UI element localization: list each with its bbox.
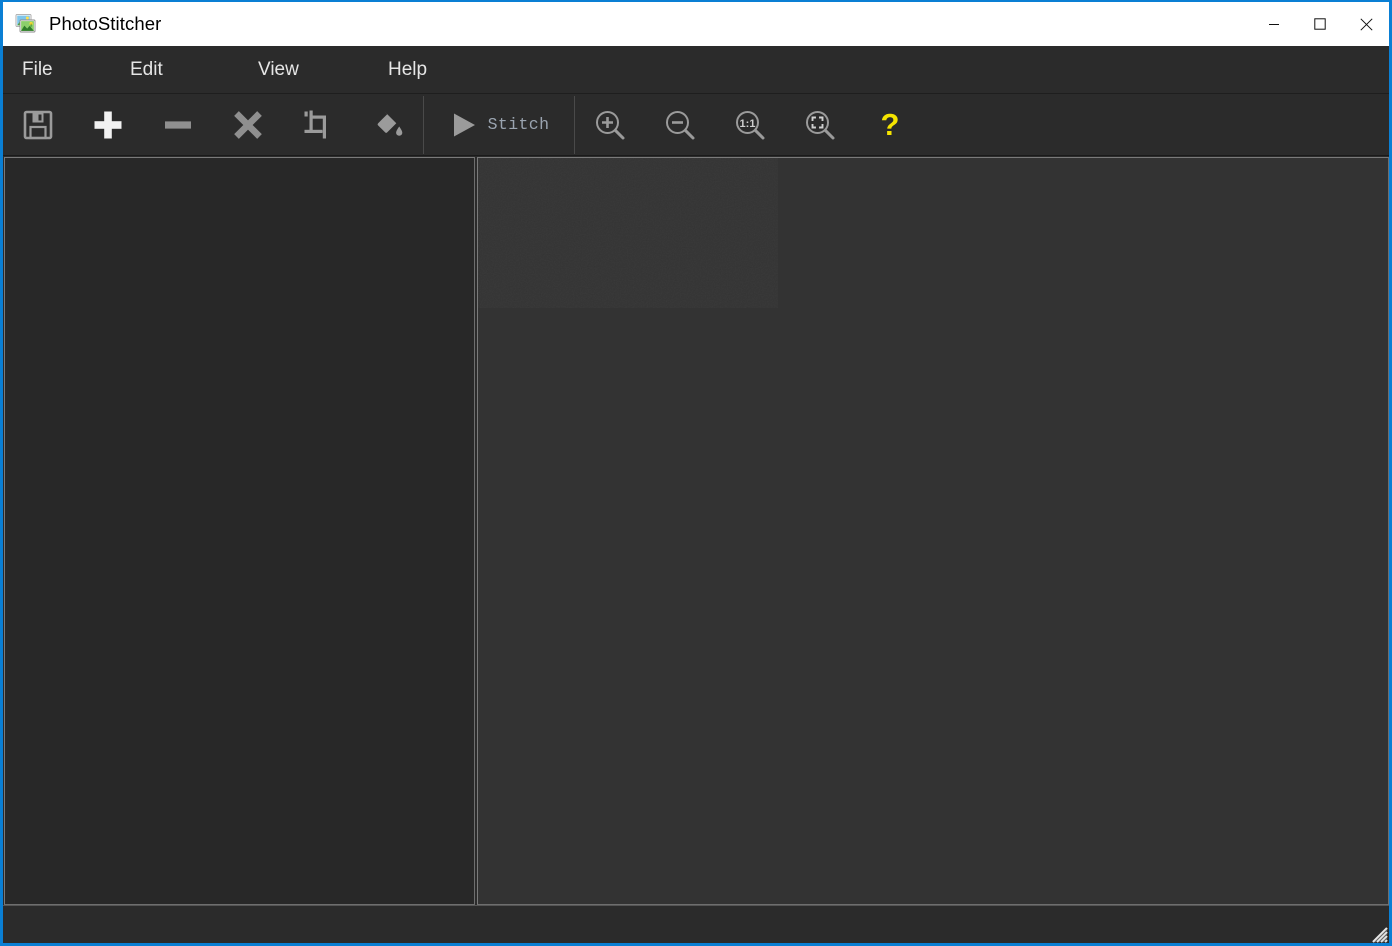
zoom-in-button[interactable] (575, 96, 645, 154)
image-list-panel[interactable] (4, 157, 475, 905)
zoom-in-icon (596, 110, 625, 139)
question-mark-icon: ? (881, 108, 900, 142)
stitch-button[interactable]: Stitch (423, 95, 575, 154)
maximize-button[interactable] (1297, 2, 1343, 46)
zoom-out-button[interactable] (645, 96, 715, 154)
menu-bar: File Edit View Help (3, 46, 1389, 94)
image-list-placeholder (5, 158, 474, 904)
cross-icon (234, 110, 262, 139)
svg-text:?: ? (881, 108, 900, 142)
add-images-button[interactable] (73, 96, 143, 154)
fill-background-button[interactable] (353, 96, 423, 154)
plus-icon (94, 111, 122, 138)
status-bar (3, 905, 1389, 943)
menu-item-help[interactable]: Help (388, 55, 488, 85)
paint-bucket-icon (377, 111, 403, 136)
resize-grip[interactable] (1366, 921, 1388, 943)
actual-size-button[interactable]: 1:1 (715, 96, 785, 154)
window-title: PhotoStitcher (49, 13, 162, 34)
zoom-fit-icon (806, 110, 835, 139)
toolbar: Stitch 1:1 ? (3, 94, 1389, 156)
help-button[interactable]: ? (855, 96, 925, 154)
crop-icon (304, 110, 326, 138)
minimize-icon (1269, 24, 1279, 25)
remove-image-button[interactable] (143, 96, 213, 154)
svg-text:1:1: 1:1 (740, 118, 756, 130)
app-window: PhotoStitcher File Edit View Help Stitch… (0, 0, 1392, 946)
maximize-icon (1314, 18, 1326, 30)
save-floppy-icon (23, 110, 53, 139)
window-controls (1251, 2, 1389, 46)
clear-all-button[interactable] (213, 96, 283, 154)
zoom-out-icon (666, 110, 695, 139)
minus-icon (165, 120, 191, 129)
stitch-label: Stitch (487, 115, 550, 134)
close-button[interactable] (1343, 2, 1389, 46)
fit-to-window-button[interactable] (785, 96, 855, 154)
play-triangle-icon (453, 113, 475, 136)
close-icon (1359, 17, 1373, 31)
crop-button[interactable] (283, 96, 353, 154)
title-bar[interactable]: PhotoStitcher (3, 2, 1389, 46)
menu-item-edit[interactable]: Edit (130, 55, 258, 85)
menu-item-file[interactable]: File (22, 55, 130, 85)
menu-item-view[interactable]: View (258, 55, 388, 85)
minimize-button[interactable] (1251, 2, 1297, 46)
photo-stack-icon (15, 14, 36, 33)
preview-canvas[interactable] (477, 157, 1389, 905)
work-area (3, 156, 1389, 905)
save-button[interactable] (3, 96, 73, 154)
canvas-noise-texture (478, 158, 778, 308)
zoom-1-1-icon: 1:1 (736, 110, 765, 139)
